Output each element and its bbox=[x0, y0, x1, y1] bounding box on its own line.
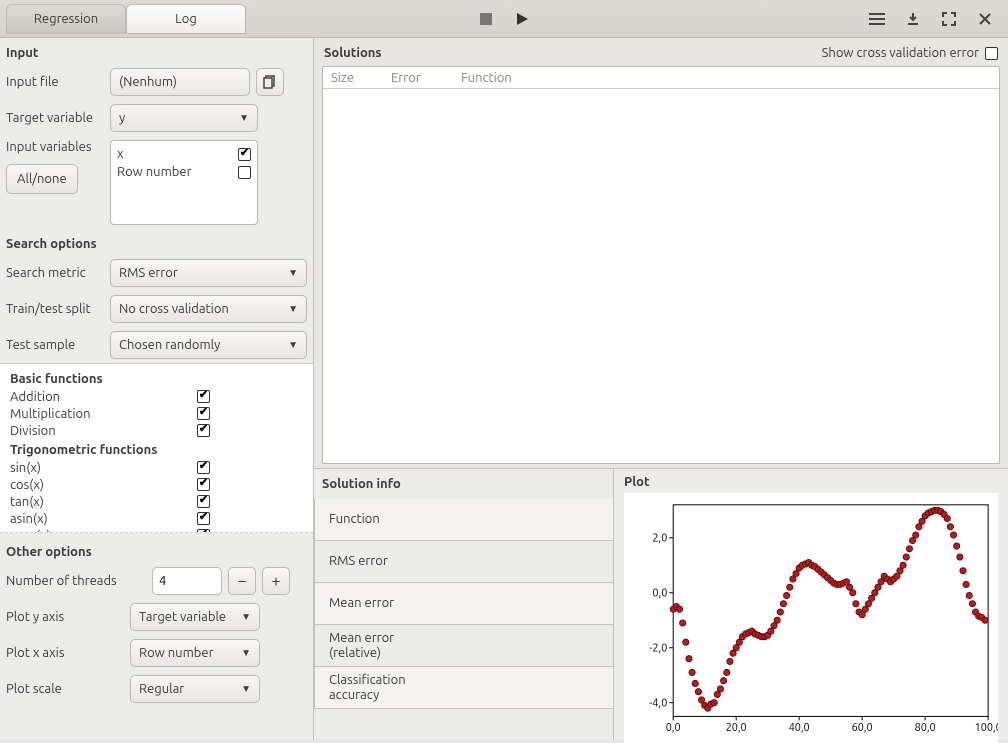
search-heading: Search options bbox=[0, 229, 313, 255]
threads-plus[interactable]: + bbox=[262, 567, 290, 595]
tabs: Regression Log bbox=[6, 4, 246, 34]
trig-funcs-heading: Trigonometric functions bbox=[10, 443, 305, 457]
ploty-label: Plot y axis bbox=[6, 610, 124, 624]
solutions-heading: Solutions bbox=[324, 46, 822, 60]
plot-panel: Plot -4,0 -2,0 0,0 2,0 0,0 20,0 40,0 60,0 80,0 10… bbox=[614, 469, 1008, 740]
checkbox-x[interactable] bbox=[238, 148, 251, 161]
download-icon[interactable] bbox=[904, 10, 922, 28]
play-icon[interactable] bbox=[513, 10, 531, 28]
checkbox-mult[interactable] bbox=[197, 407, 210, 420]
metric-combo[interactable]: RMS error▼ bbox=[110, 259, 307, 287]
info-mean: Mean error bbox=[329, 596, 394, 611]
info-function: Function bbox=[329, 512, 380, 527]
solution-info-panel: Solution info Function RMS error Mean er… bbox=[314, 469, 614, 740]
solution-info-heading: Solution info bbox=[314, 469, 613, 499]
svg-text:2,0: 2,0 bbox=[652, 533, 667, 545]
plotscale-label: Plot scale bbox=[6, 682, 124, 696]
svg-text:-4,0: -4,0 bbox=[649, 698, 667, 710]
checkbox-add[interactable] bbox=[197, 390, 210, 403]
plotx-label: Plot x axis bbox=[6, 646, 124, 660]
checkbox-div[interactable] bbox=[197, 424, 210, 437]
checkbox-asin[interactable] bbox=[197, 512, 210, 525]
solutions-table[interactable]: Size Error Function bbox=[322, 66, 1000, 464]
checkbox-sin[interactable] bbox=[197, 461, 210, 474]
fullscreen-icon[interactable] bbox=[940, 10, 958, 28]
info-class-acc: Classification accuracy bbox=[329, 673, 406, 703]
input-file-label: Input file bbox=[6, 75, 104, 89]
ploty-combo[interactable]: Target variable▼ bbox=[130, 603, 260, 631]
input-heading: Input bbox=[0, 38, 313, 64]
input-vars-label: Input variables bbox=[6, 140, 104, 154]
tab-regression[interactable]: Regression bbox=[6, 4, 126, 34]
svg-text:20,0: 20,0 bbox=[726, 722, 747, 734]
threads-input[interactable] bbox=[152, 567, 222, 595]
plotscale-combo[interactable]: Regular▼ bbox=[130, 675, 260, 703]
split-label: Train/test split bbox=[6, 302, 104, 316]
right-panel: Solutions Show cross validation error Si… bbox=[314, 38, 1008, 740]
input-vars-list[interactable]: x Row number bbox=[110, 140, 258, 225]
col-error[interactable]: Error bbox=[383, 71, 453, 85]
cross-label: Show cross validation error bbox=[822, 46, 979, 60]
metric-label: Search metric bbox=[6, 266, 104, 280]
col-size[interactable]: Size bbox=[323, 71, 383, 85]
sample-label: Test sample bbox=[6, 338, 104, 352]
basic-funcs-heading: Basic functions bbox=[10, 372, 305, 386]
threads-minus[interactable]: − bbox=[228, 567, 256, 595]
input-file-button[interactable]: (Nenhum) bbox=[110, 68, 250, 96]
svg-text:-2,0: -2,0 bbox=[649, 643, 667, 655]
close-icon[interactable] bbox=[976, 10, 994, 28]
menu-icon[interactable] bbox=[868, 10, 886, 28]
cross-checkbox[interactable] bbox=[985, 47, 998, 60]
sample-combo[interactable]: Chosen randomly▼ bbox=[110, 331, 307, 359]
other-heading: Other options bbox=[6, 537, 307, 563]
svg-text:40,0: 40,0 bbox=[789, 722, 810, 734]
functions-panel[interactable]: Basic functions Addition Multiplication … bbox=[0, 363, 313, 533]
left-panel: Input Input file (Nenhum) Target variabl… bbox=[0, 38, 314, 740]
checkbox-rownum[interactable] bbox=[238, 166, 251, 179]
threads-label: Number of threads bbox=[6, 574, 146, 588]
info-rms: RMS error bbox=[329, 554, 388, 569]
plot-area[interactable]: -4,0 -2,0 0,0 2,0 0,0 20,0 40,0 60,0 80,0 100,0 bbox=[624, 493, 998, 743]
info-mean-rel: Mean error (relative) bbox=[329, 631, 394, 661]
paste-button[interactable] bbox=[256, 68, 284, 96]
checkbox-cos[interactable] bbox=[197, 478, 210, 491]
svg-text:80,0: 80,0 bbox=[915, 722, 936, 734]
stop-icon[interactable] bbox=[477, 10, 495, 28]
plotx-combo[interactable]: Row number▼ bbox=[130, 639, 260, 667]
svg-text:100,0: 100,0 bbox=[975, 722, 998, 734]
target-var-label: Target variable bbox=[6, 111, 104, 125]
toolbar: Regression Log bbox=[0, 0, 1008, 38]
svg-text:0,0: 0,0 bbox=[652, 588, 667, 600]
col-func[interactable]: Function bbox=[453, 71, 999, 85]
svg-text:60,0: 60,0 bbox=[852, 722, 873, 734]
all-none-button[interactable]: All/none bbox=[6, 164, 78, 194]
tab-log[interactable]: Log bbox=[126, 4, 246, 34]
plot-heading: Plot bbox=[624, 475, 998, 489]
checkbox-tan[interactable] bbox=[197, 495, 210, 508]
svg-text:0,0: 0,0 bbox=[666, 722, 681, 734]
split-combo[interactable]: No cross validation▼ bbox=[110, 295, 307, 323]
target-var-combo[interactable]: y▼ bbox=[110, 104, 258, 132]
